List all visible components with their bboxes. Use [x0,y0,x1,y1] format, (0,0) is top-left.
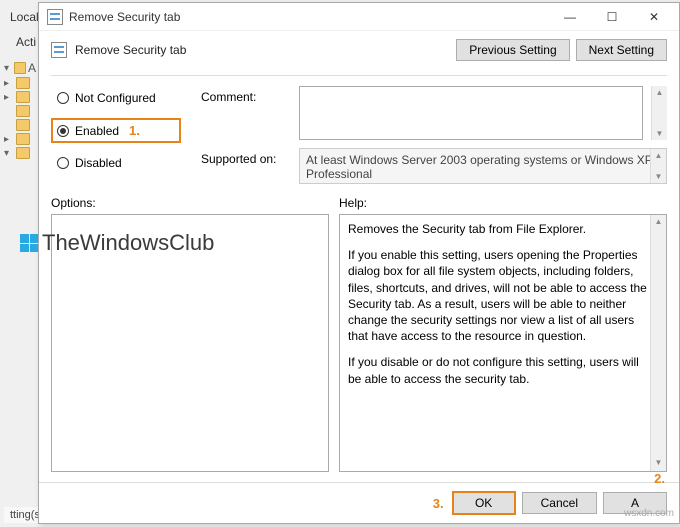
supported-on-label: Supported on: [201,148,291,166]
expand-icon: ▾ [4,148,14,159]
expand-icon: ▸ [4,134,14,145]
apply-button[interactable]: A [603,492,667,514]
annotation-3: 3. [433,496,444,511]
tree-row[interactable]: ▸ [0,76,40,90]
radio-enabled[interactable]: Enabled 1. [51,118,181,143]
chevron-up-icon: ▲ [656,88,664,97]
radio-label: Enabled [75,124,119,138]
annotation-1: 1. [129,123,140,138]
previous-setting-button[interactable]: Previous Setting [456,39,569,61]
expand-icon: ▸ [4,92,14,103]
expand-icon: ▾ [4,63,12,74]
radio-icon [57,157,69,169]
chevron-up-icon: ▲ [655,151,663,160]
policy-icon [47,9,63,25]
scrollbar[interactable]: ▲▼ [650,149,666,183]
tree-row[interactable] [0,118,40,132]
help-paragraph: Removes the Security tab from File Explo… [348,221,648,237]
folder-icon [14,62,26,74]
chevron-up-icon: ▲ [655,217,663,228]
options-label: Options: [51,196,329,210]
state-radio-group: Not Configured Enabled 1. Disabled [51,86,181,184]
chevron-down-icon: ▼ [656,129,664,138]
folder-icon [16,133,30,145]
folder-icon [16,119,30,131]
radio-label: Not Configured [75,91,156,105]
tree-row[interactable]: ▸ [0,132,40,146]
options-pane [51,214,329,472]
radio-disabled[interactable]: Disabled [51,151,181,175]
chevron-down-icon: ▼ [655,172,663,181]
annotation-2: 2. [654,471,665,486]
help-paragraph: If you enable this setting, users openin… [348,247,648,344]
scrollbar[interactable]: ▲▼ [650,215,666,471]
radio-icon [57,92,69,104]
help-pane: Removes the Security tab from File Explo… [339,214,667,472]
policy-title: Remove Security tab [75,43,450,57]
next-setting-button[interactable]: Next Setting [576,39,667,61]
window-title: Remove Security tab [69,10,549,24]
dialog-footer: 2. 3. OK Cancel A [39,482,679,523]
scrollbar[interactable]: ▲▼ [651,86,667,140]
radio-icon [57,125,69,137]
tree-row[interactable] [0,104,40,118]
close-button[interactable]: ✕ [633,3,675,31]
folder-icon [16,147,30,159]
help-label: Help: [339,196,667,210]
bg-action-menu[interactable]: Acti [16,35,36,49]
folder-icon [16,77,30,89]
policy-icon [51,42,67,58]
folder-icon [16,105,30,117]
supported-on-box: At least Windows Server 2003 operating s… [299,148,667,184]
comment-label: Comment: [201,86,291,104]
tree-row[interactable]: ▸ [0,90,40,104]
radio-not-configured[interactable]: Not Configured [51,86,181,110]
folder-icon [16,91,30,103]
tree-label: A [28,61,36,75]
comment-input[interactable] [299,86,643,140]
chevron-down-icon: ▼ [655,458,663,469]
cancel-button[interactable]: Cancel [522,492,597,514]
maximize-button[interactable]: ☐ [591,3,633,31]
policy-dialog: Remove Security tab — ☐ ✕ Remove Securit… [38,2,680,524]
expand-icon: ▸ [4,78,14,89]
supported-on-text: At least Windows Server 2003 operating s… [306,153,653,181]
minimize-button[interactable]: — [549,3,591,31]
radio-label: Disabled [75,156,122,170]
ok-button[interactable]: OK [452,491,516,515]
tree-row[interactable]: ▾ [0,146,40,160]
titlebar: Remove Security tab — ☐ ✕ [39,3,679,31]
separator [51,75,667,76]
tree-row[interactable]: ▾A [0,60,40,76]
bg-tree: ▾A ▸ ▸ ▸ ▾ [0,60,40,160]
help-paragraph: If you disable or do not configure this … [348,354,648,386]
